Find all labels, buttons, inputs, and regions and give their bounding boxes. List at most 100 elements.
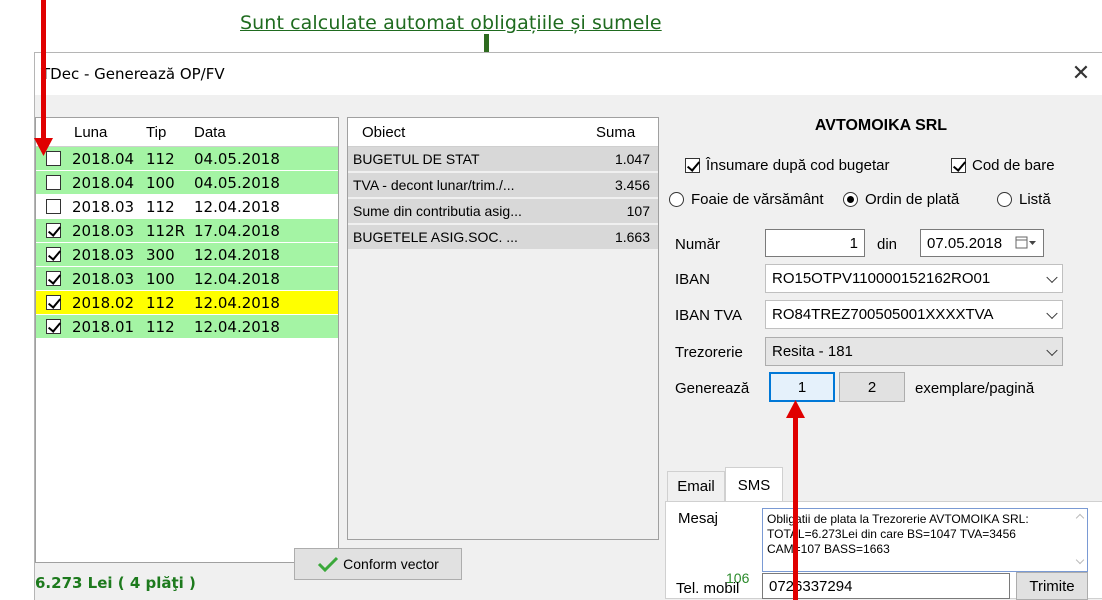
row-checkbox[interactable]	[46, 271, 61, 286]
header-obiect[interactable]: Obiect	[348, 124, 590, 141]
row-checkbox[interactable]	[46, 175, 61, 190]
numar-input[interactable]: 1	[765, 229, 865, 257]
table-row[interactable]: 2018.04 112 04.05.2018	[36, 147, 338, 171]
cell-data: 12.04.2018	[194, 317, 280, 336]
calendar-dropdown-icon[interactable]	[1015, 235, 1037, 251]
radio-foaie-circle[interactable]	[669, 192, 684, 207]
table-row[interactable]: 2018.03 300 12.04.2018	[36, 243, 338, 267]
cell-tip: 112R	[146, 221, 186, 240]
cell-tip: 112	[146, 149, 175, 168]
title-bar: TDec - Generează OP/FV ✕	[35, 53, 1102, 95]
cod-bare-check-box[interactable]	[951, 158, 966, 173]
header-data[interactable]: Data	[194, 124, 294, 141]
row-checkbox[interactable]	[46, 295, 61, 310]
cell-data: 04.05.2018	[194, 173, 280, 192]
amounts-grid-header: Obiect Suma	[348, 118, 658, 147]
table-row[interactable]: BUGETUL DE STAT 1.047	[348, 147, 658, 173]
table-row[interactable]: 2018.03 112R 17.04.2018	[36, 219, 338, 243]
obligations-grid-header: Luna Tip Data	[36, 118, 338, 147]
exemplare-label: exemplare/pagină	[915, 380, 1035, 397]
iban-select[interactable]: RO15OTPV110000152162RO01	[765, 264, 1063, 293]
tab-sms[interactable]: SMS	[725, 467, 783, 502]
sms-message-text: Obligatii de plata la Trezorerie AVTOMOI…	[767, 512, 1029, 556]
cod-bare-checkbox[interactable]: Cod de bare	[951, 157, 1055, 174]
radio-ordin[interactable]: Ordin de plată	[843, 191, 959, 208]
insumare-checkbox[interactable]: Însumare după cod bugetar	[685, 157, 889, 174]
iban-tva-select[interactable]: RO84TREZ700505001XXXXTVA	[765, 300, 1063, 329]
cell-luna: 2018.04	[72, 149, 135, 168]
cell-tip: 112	[146, 317, 175, 336]
chevron-down-icon	[1046, 344, 1058, 356]
cell-data: 12.04.2018	[194, 269, 280, 288]
sms-tab-panel: Mesaj 106 Obligatii de plata la Trezorer…	[665, 501, 1102, 600]
cell-tip: 100	[146, 173, 175, 192]
notification-tabs: Email SMS Mesaj 106 Obligatii de plata l…	[665, 467, 1102, 600]
row-checkbox[interactable]	[46, 223, 61, 238]
annotation-caption: Sunt calculate automat obligațiile și su…	[240, 12, 662, 34]
header-suma[interactable]: Suma	[590, 124, 656, 141]
check-icon	[318, 556, 339, 572]
amounts-grid: Obiect Suma BUGETUL DE STAT 1.047 TVA - de…	[347, 117, 659, 540]
radio-lista[interactable]: Listă	[997, 191, 1051, 208]
date-picker[interactable]: 07.05.2018	[920, 229, 1044, 257]
genereaza-label: Generează	[675, 380, 750, 397]
iban-tva-label: IBAN TVA	[675, 307, 742, 324]
table-row[interactable]: TVA - decont lunar/trim./... 3.456	[348, 173, 658, 199]
table-row[interactable]: BUGETELE ASIG.SOC. ... 1.663	[348, 225, 658, 251]
cell-obiect: Sume din contributia asig...	[353, 203, 522, 219]
red-annotation-arrow-checkbox	[34, 0, 53, 156]
cell-data: 04.05.2018	[194, 149, 280, 168]
insumare-check-box[interactable]	[685, 158, 700, 173]
tab-email[interactable]: Email	[667, 471, 725, 501]
cell-obiect: TVA - decont lunar/trim./...	[353, 177, 515, 193]
cod-bare-label: Cod de bare	[972, 157, 1055, 174]
trezorerie-label: Trezorerie	[675, 344, 743, 361]
row-checkbox[interactable]	[46, 247, 61, 262]
app-window: TDec - Generează OP/FV ✕ Luna Tip Data 2…	[34, 52, 1102, 600]
cell-data: 12.04.2018	[194, 245, 280, 264]
cell-tip: 112	[146, 293, 175, 312]
window-title: TDec - Generează OP/FV	[41, 65, 225, 83]
cell-luna: 2018.03	[72, 221, 135, 240]
red-annotation-arrow-generate	[786, 400, 805, 600]
iban-tva-value: RO84TREZ700505001XXXXTVA	[772, 306, 994, 323]
scroll-up-icon[interactable]	[1075, 513, 1085, 523]
row-checkbox[interactable]	[46, 319, 61, 334]
cell-data: 12.04.2018	[194, 197, 280, 216]
table-row[interactable]: 2018.01 112 12.04.2018	[36, 315, 338, 339]
exemplare-2-button[interactable]: 2	[839, 372, 905, 402]
cell-luna: 2018.03	[72, 245, 135, 264]
header-luna[interactable]: Luna	[72, 124, 146, 141]
table-row[interactable]: 2018.03 112 12.04.2018	[36, 195, 338, 219]
date-value: 07.05.2018	[927, 234, 1003, 252]
table-row[interactable]: Sume din contributia asig... 107	[348, 199, 658, 225]
numar-label: Număr	[675, 236, 721, 253]
company-name: AVTOMOIKA SRL	[814, 117, 948, 134]
chevron-down-icon	[1046, 271, 1058, 283]
close-icon[interactable]: ✕	[1066, 59, 1096, 89]
conform-vector-label: Conform vector	[343, 556, 439, 572]
insumare-label: Însumare după cod bugetar	[706, 157, 890, 174]
cell-obiect: BUGETUL DE STAT	[353, 151, 480, 167]
row-checkbox[interactable]	[46, 199, 61, 214]
radio-foaie[interactable]: Foaie de vărsământ	[669, 191, 824, 208]
sms-message-textarea[interactable]: Obligatii de plata la Trezorerie AVTOMOI…	[762, 508, 1088, 572]
header-tip[interactable]: Tip	[146, 124, 194, 141]
table-row[interactable]: 2018.03 100 12.04.2018	[36, 267, 338, 291]
cell-luna: 2018.03	[72, 197, 135, 216]
trimite-button[interactable]: Trimite	[1016, 572, 1088, 600]
cell-luna: 2018.01	[72, 317, 135, 336]
cell-suma: 1.047	[614, 151, 650, 167]
table-row[interactable]: 2018.02 112 12.04.2018	[36, 291, 338, 315]
cell-luna: 2018.03	[72, 269, 135, 288]
conform-vector-button[interactable]: Conform vector	[294, 548, 462, 580]
trezorerie-value: Resita - 181	[772, 343, 853, 360]
radio-lista-circle[interactable]	[997, 192, 1012, 207]
scroll-down-icon[interactable]	[1075, 555, 1085, 565]
radio-ordin-circle[interactable]	[843, 192, 858, 207]
din-label: din	[877, 236, 898, 253]
cell-tip: 100	[146, 269, 175, 288]
trezorerie-select[interactable]: Resita - 181	[765, 337, 1063, 366]
table-row[interactable]: 2018.04 100 04.05.2018	[36, 171, 338, 195]
cell-suma: 3.456	[614, 177, 650, 193]
